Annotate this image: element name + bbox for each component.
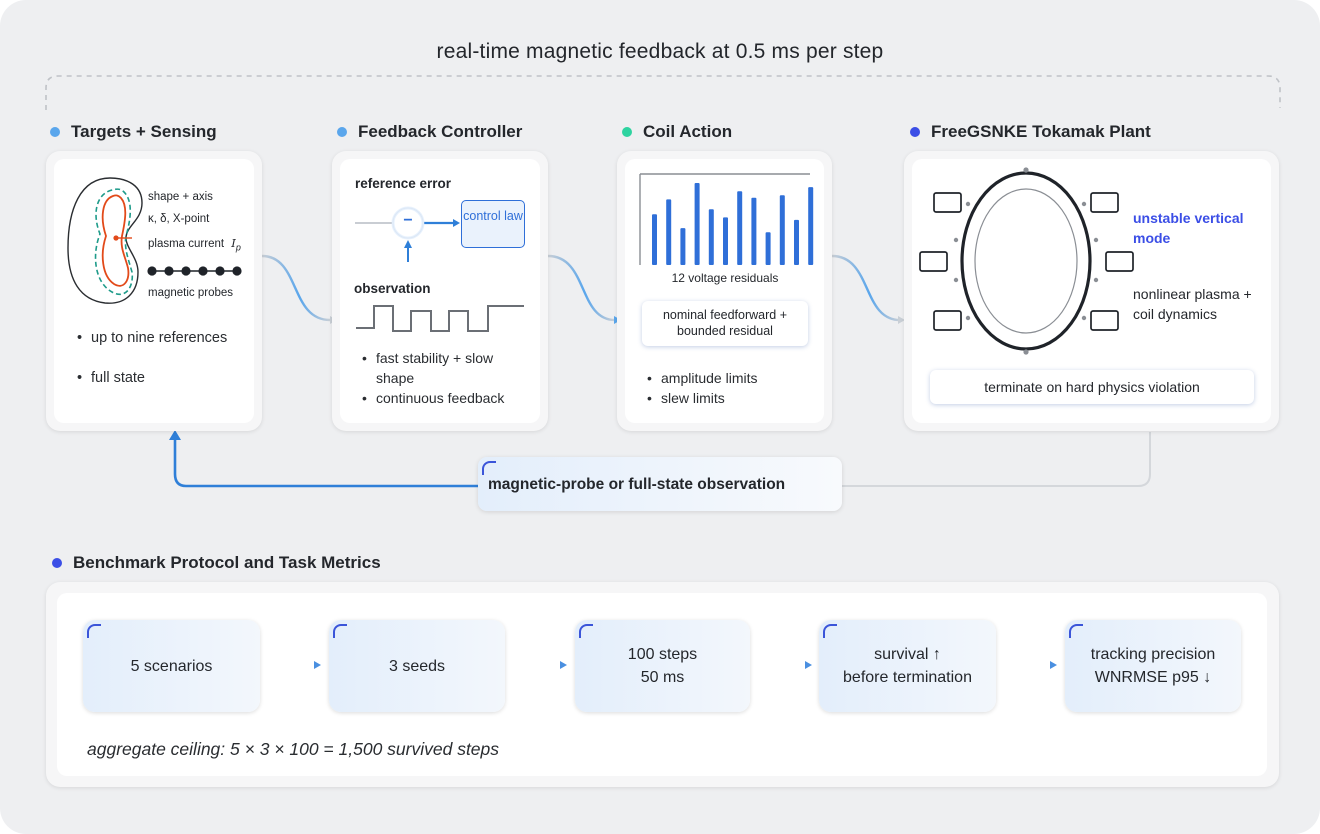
aggregate-ceiling: aggregate ceiling: 5 × 3 × 100 = 1,500 s…: [87, 739, 500, 759]
step-scenarios: 5 scenarios: [83, 620, 260, 712]
step-line-2: WNRMSE p95 ↓: [1094, 669, 1212, 686]
corner-accent: [823, 624, 837, 638]
step-survival: survival ↑ before termination: [819, 620, 996, 712]
step-line-1: 100 steps: [627, 646, 698, 663]
step-line-2: 50 ms: [640, 669, 685, 686]
corner-accent: [87, 624, 101, 638]
step-line-1: survival ↑: [874, 646, 941, 663]
diagram-canvas: real-time magnetic feedback at 0.5 ms pe…: [0, 0, 1320, 834]
step-tracking-precision: tracking precision WNRMSE p95 ↓: [1065, 620, 1241, 712]
step-line-1: tracking precision: [1090, 646, 1216, 663]
step-line-1: 3 seeds: [388, 657, 446, 675]
corner-accent: [1069, 624, 1083, 638]
corner-accent: [333, 624, 347, 638]
step-seeds: 3 seeds: [329, 620, 505, 712]
step-line-1: 5 scenarios: [130, 657, 213, 675]
step-steps: 100 steps 50 ms: [575, 620, 750, 712]
step-line-2: before termination: [843, 669, 972, 686]
corner-accent: [579, 624, 593, 638]
